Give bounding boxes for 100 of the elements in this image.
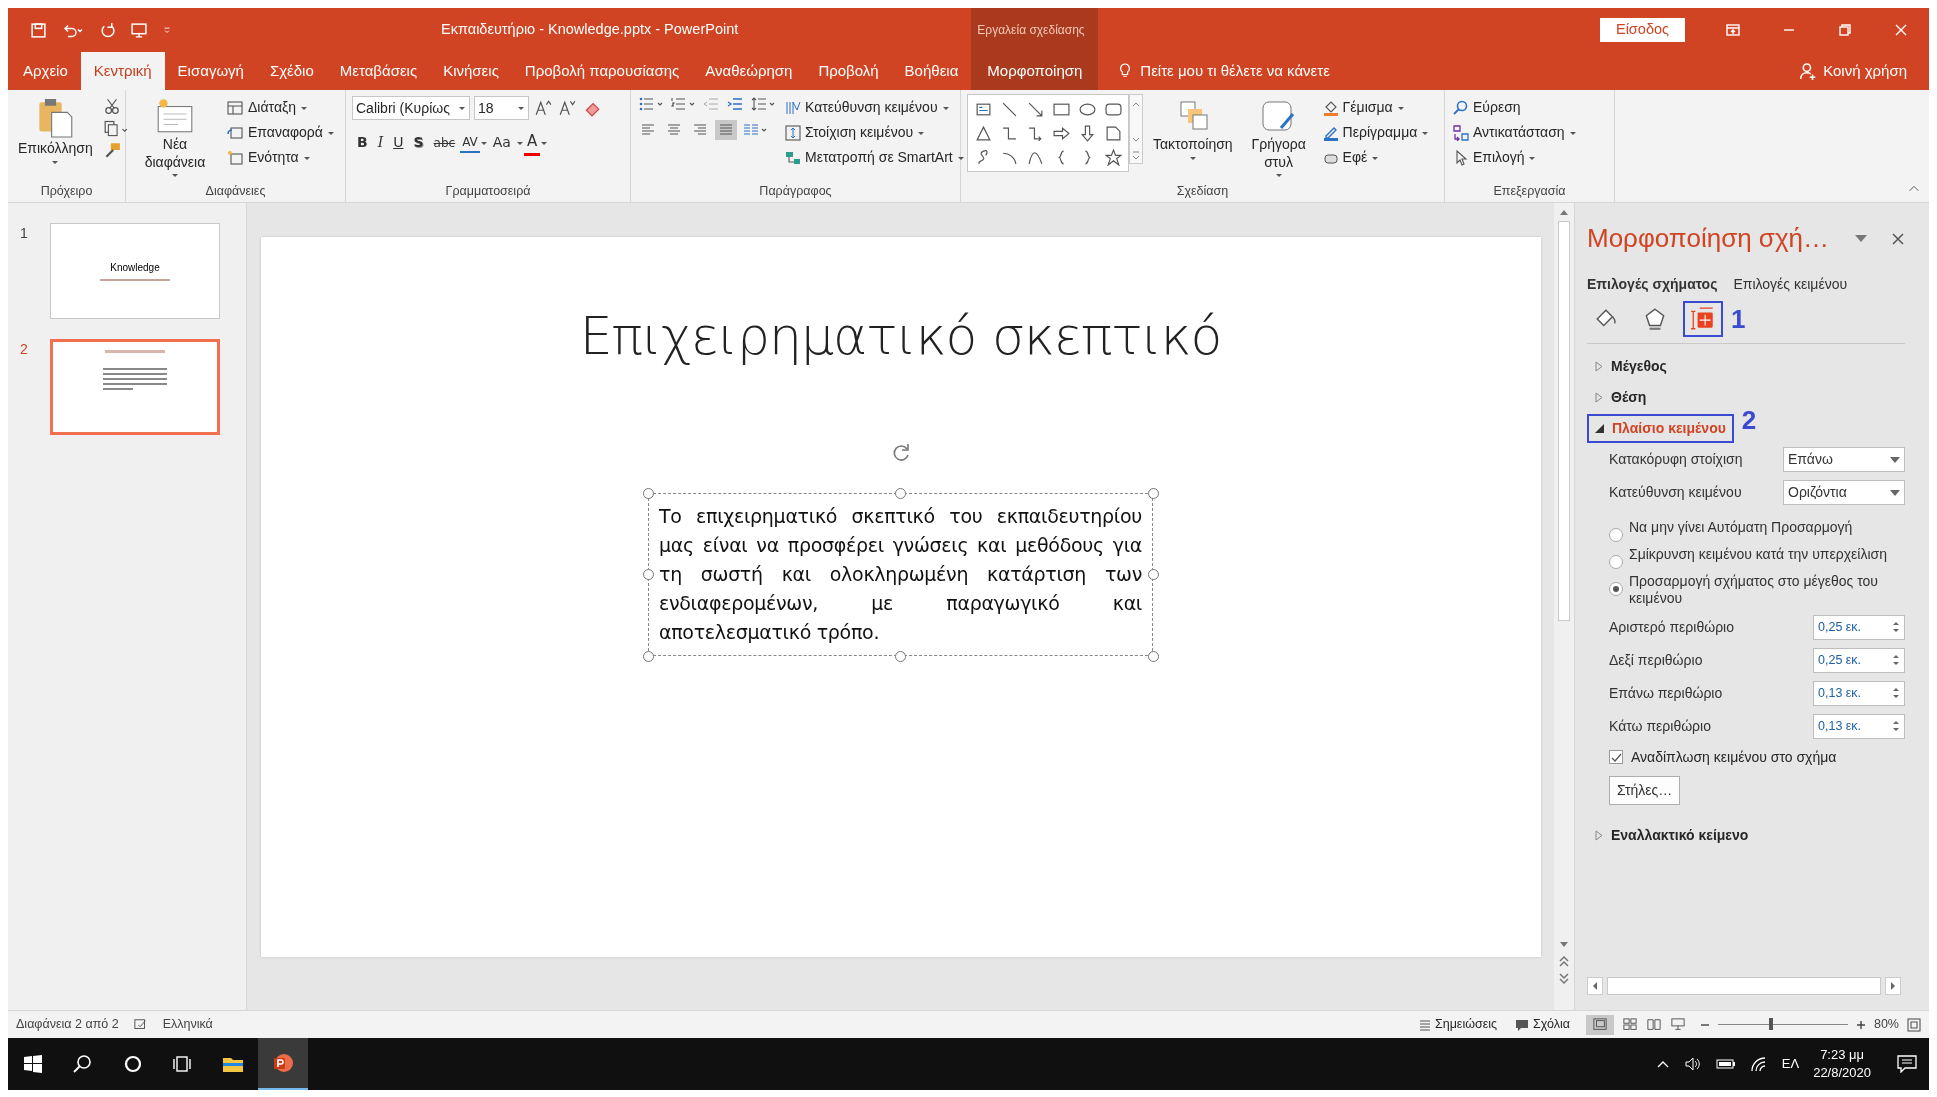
spin-field[interactable]: 0,13 εκ.	[1813, 680, 1905, 706]
zoom-in-icon[interactable]	[1855, 1019, 1866, 1030]
horizontal-scrollbar-thumb[interactable]	[1607, 977, 1881, 995]
right-arrow-icon[interactable]	[1052, 124, 1070, 142]
scissors-icon[interactable]	[102, 96, 121, 116]
next-slide-icon[interactable]	[1558, 972, 1570, 986]
input-language-indicator[interactable]: ΕΛ	[1781, 1054, 1800, 1074]
new-slide-button[interactable]: Νέα διαφάνεια	[132, 94, 218, 182]
arrange-button[interactable]: Τακτοποίηση	[1149, 94, 1237, 182]
close-icon[interactable]	[1891, 231, 1905, 246]
restore-icon[interactable]	[1837, 22, 1853, 38]
scroll-left-icon[interactable]	[1587, 977, 1603, 995]
resize-handle[interactable]	[642, 487, 654, 499]
slide-sorter-icon[interactable]	[1621, 1017, 1638, 1032]
section-header[interactable]: Μέγεθος	[1587, 352, 1675, 381]
font-name-dropdown[interactable]: Calibri (Κυρίως	[352, 96, 470, 120]
snip-shape-icon[interactable]	[1104, 124, 1122, 142]
increase-indent-icon[interactable]	[725, 96, 745, 112]
comments-button[interactable]: Σχόλια	[1513, 1014, 1572, 1035]
pane-options-caret-icon[interactable]	[1855, 234, 1867, 243]
ribbon-tab[interactable]: Εισαγωγή	[164, 52, 257, 90]
resize-handle[interactable]	[895, 650, 906, 662]
share-button[interactable]: Κοινή χρήση	[1793, 52, 1929, 90]
star-icon[interactable]	[1104, 148, 1122, 166]
dropdown-field[interactable]: Οριζόντια	[1783, 480, 1905, 505]
ribbon-display-options-icon[interactable]	[1725, 22, 1741, 38]
decrease-font-size-icon[interactable]	[557, 99, 577, 117]
wifi-icon[interactable]	[1749, 1056, 1768, 1072]
spin-field[interactable]: 0,25 εκ.	[1813, 647, 1905, 673]
notification-icon[interactable]	[1897, 1055, 1917, 1073]
format-button[interactable]: U	[388, 132, 409, 154]
size-layout-tab[interactable]	[1683, 301, 1723, 337]
arrow-icon[interactable]	[1026, 100, 1044, 118]
paste-button[interactable]: Επικόλληση	[14, 94, 97, 182]
notes-button[interactable]: Σημειώσεις	[1416, 1014, 1500, 1035]
sign-in-button[interactable]: Είσοδος	[1599, 18, 1685, 42]
tray-caret-icon[interactable]	[1655, 1059, 1670, 1069]
format-button[interactable]: Aa	[487, 132, 516, 154]
font-size-dropdown[interactable]: 18	[474, 96, 529, 120]
slide-command[interactable]: Ενότητα	[224, 146, 337, 169]
editing-command[interactable]: Επιλογή	[1451, 146, 1579, 169]
ribbon-tab[interactable]: Σχέδιο	[256, 52, 327, 90]
numbering-icon[interactable]	[669, 96, 697, 112]
tell-me-search[interactable]: Πείτε μου τι θέλετε να κάνετε	[1140, 59, 1330, 83]
redo-icon[interactable]	[99, 21, 116, 39]
slideshow-icon[interactable]	[1669, 1017, 1686, 1032]
editing-command[interactable]: Αντικατάσταση	[1451, 121, 1579, 144]
paragraph-command[interactable]: Κατεύθυνση κειμένου	[783, 96, 967, 119]
ribbon-tab[interactable]: Βοήθεια	[891, 52, 972, 90]
ribbon-tab[interactable]: Μεταβάσεις	[326, 52, 431, 90]
resize-handle[interactable]	[1147, 487, 1159, 499]
paragraph-command[interactable]: Στοίχιση κειμένου	[783, 121, 967, 144]
format-button[interactable]: abc	[428, 133, 461, 152]
ribbon-tab[interactable]: Προβολή παρουσίασης	[511, 52, 693, 90]
save-icon[interactable]	[30, 21, 47, 39]
resize-handle[interactable]	[895, 487, 906, 499]
speaker-icon[interactable]	[1683, 1056, 1702, 1072]
line-spacing-icon[interactable]	[749, 96, 777, 112]
zoom-percentage[interactable]: 80%	[1873, 1015, 1899, 1034]
pane-tab[interactable]: Επιλογές σχήματος	[1587, 274, 1726, 295]
section-header[interactable]: Θέση	[1587, 383, 1655, 412]
zoom-slider-thumb[interactable]	[1769, 1018, 1774, 1030]
radio-button[interactable]	[1609, 528, 1623, 542]
triangle-icon[interactable]	[974, 124, 992, 142]
ribbon-tab[interactable]: Μορφοποίηση	[971, 52, 1099, 90]
reading-view-icon[interactable]	[1645, 1017, 1662, 1032]
resize-handle[interactable]	[642, 569, 654, 580]
resize-handle[interactable]	[1147, 650, 1159, 662]
line-icon[interactable]	[1000, 100, 1018, 118]
bullets-icon[interactable]	[637, 96, 665, 112]
quick-styles-button[interactable]: Γρήγορα στυλ	[1242, 94, 1315, 182]
slide-command[interactable]: Επαναφορά	[224, 121, 337, 144]
clock-time[interactable]: 7:23 μμ	[1820, 1046, 1865, 1064]
clock-date[interactable]: 22/8/2020	[1813, 1064, 1871, 1082]
copy-icon[interactable]	[102, 118, 129, 138]
presentation-icon[interactable]	[130, 21, 148, 39]
scrollbar-thumb[interactable]	[1558, 221, 1570, 622]
format-button[interactable]: AV	[460, 132, 480, 153]
ribbon-tab[interactable]: Αναθεώρηση	[692, 52, 806, 90]
battery-icon[interactable]	[1715, 1058, 1736, 1070]
editing-command[interactable]: Εύρεση	[1451, 96, 1579, 119]
drawing-command[interactable]: Περίγραμμα	[1320, 121, 1432, 144]
ribbon-tab[interactable]: Προβολή	[805, 52, 892, 90]
radio-button[interactable]	[1609, 555, 1623, 569]
drawing-command[interactable]: Γέμισμα	[1320, 96, 1432, 119]
paragraph-command[interactable]: Μετατροπή σε SmartArt	[783, 146, 967, 169]
previous-slide-icon[interactable]	[1558, 954, 1570, 968]
normal-view-button[interactable]	[1585, 1014, 1614, 1035]
slide-thumbnail[interactable]	[50, 339, 220, 435]
slide-command[interactable]: Διάταξη	[224, 96, 337, 119]
slide-thumbnail[interactable]: Knowledge	[50, 223, 220, 319]
drawing-command[interactable]: Εφέ	[1320, 146, 1432, 169]
pane-tab[interactable]: Επιλογές κειμένου	[1733, 274, 1856, 295]
format-button[interactable]: I	[372, 132, 389, 154]
presentation-app-taskbar-button[interactable]	[258, 1038, 308, 1090]
format-button[interactable]: B	[352, 132, 373, 154]
ribbon-tab[interactable]: Κεντρική	[80, 52, 165, 90]
format-button[interactable]: A	[523, 130, 541, 156]
increase-font-size-icon[interactable]	[533, 99, 553, 117]
language-indicator[interactable]: Ελληνικά	[162, 1015, 213, 1034]
